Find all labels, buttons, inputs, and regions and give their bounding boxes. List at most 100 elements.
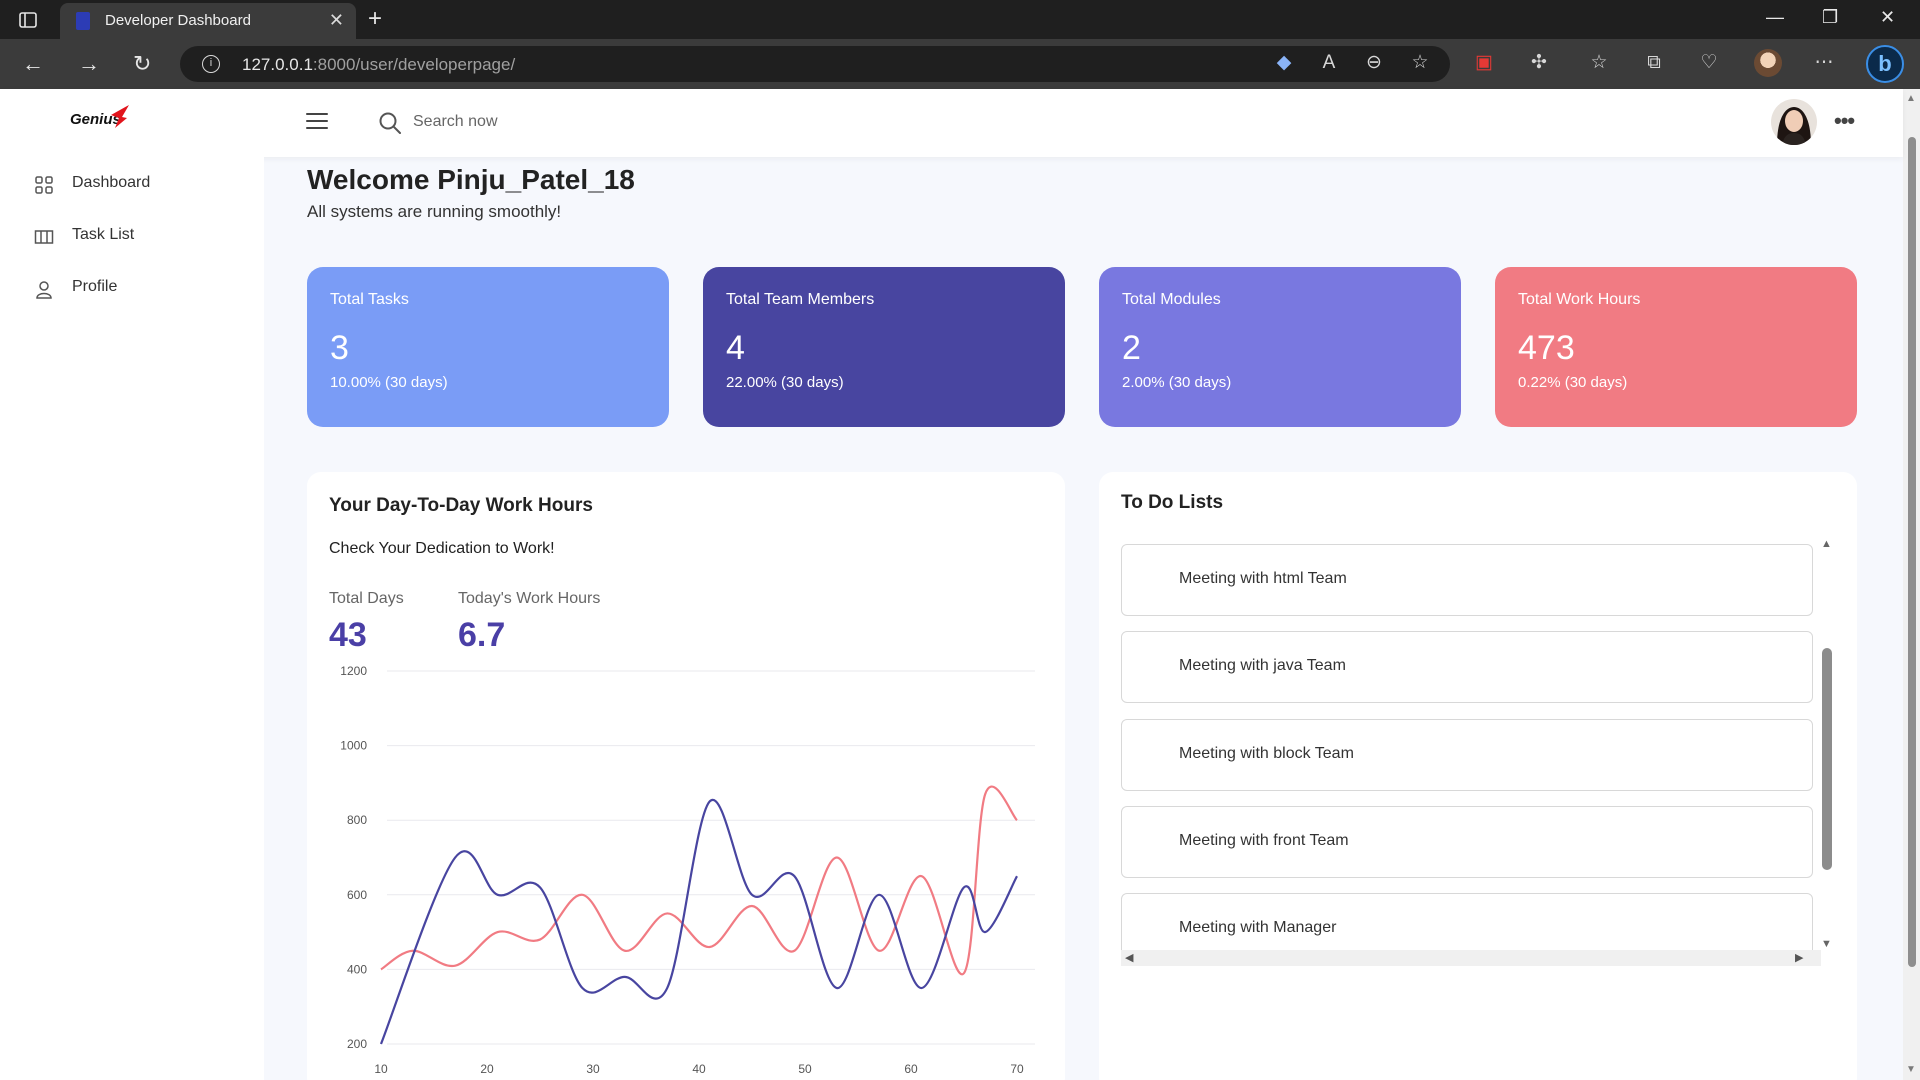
minimize-icon[interactable]: — xyxy=(1766,7,1784,28)
stat-title: Total Work Hours xyxy=(1518,291,1641,308)
browser-profile-avatar[interactable] xyxy=(1754,49,1782,77)
sidebar-item-profile[interactable]: Profile xyxy=(34,273,254,303)
stat-card-total-work-hours: Total Work Hours 473 0.22% (30 days) xyxy=(1495,267,1857,427)
stat-value: 2 xyxy=(1122,329,1141,367)
todo-list[interactable]: Meeting with html Team Meeting with java… xyxy=(1121,544,1843,969)
reload-icon[interactable]: ↻ xyxy=(133,51,151,77)
y-tick-label: 400 xyxy=(347,962,367,976)
price-tag-icon[interactable]: ◆ xyxy=(1272,51,1296,75)
x-tick-label: 60 xyxy=(904,1062,918,1076)
x-tick-label: 70 xyxy=(1010,1062,1024,1076)
zoom-icon[interactable]: ⊖ xyxy=(1362,51,1386,75)
todo-item[interactable]: Meeting with java Team xyxy=(1121,631,1813,703)
forward-icon[interactable]: → xyxy=(78,51,100,77)
stat-value: 473 xyxy=(1518,329,1575,367)
stat-change: 2.00% (30 days) xyxy=(1122,374,1232,391)
sidebar: Dashboard Task List Profile xyxy=(0,157,264,1080)
todo-item-label: Meeting with java Team xyxy=(1179,657,1346,674)
todo-item-label: Meeting with front Team xyxy=(1179,832,1349,849)
sidebar-item-task-list[interactable]: Task List xyxy=(34,221,254,251)
x-tick-label: 50 xyxy=(798,1062,812,1076)
tab-actions-icon[interactable] xyxy=(18,10,38,30)
url-path: :8000/user/developerpage/ xyxy=(312,55,516,74)
todo-vertical-scrollbar[interactable]: ▲ ▼ xyxy=(1819,538,1835,954)
search-icon[interactable] xyxy=(378,111,402,135)
y-tick-label: 200 xyxy=(347,1037,367,1051)
stat-title: Total Tasks xyxy=(330,291,409,308)
todo-item-label: Meeting with block Team xyxy=(1179,745,1354,762)
stat-value: 3 xyxy=(330,329,349,367)
x-tick-label: 20 xyxy=(480,1062,494,1076)
performance-icon[interactable]: ♡ xyxy=(1697,51,1721,75)
menu-toggle-icon[interactable] xyxy=(306,113,328,129)
page-subtitle: All systems are running smoothly! xyxy=(307,202,562,221)
page-scrollbar[interactable]: ▲ ▼ xyxy=(1903,89,1920,1080)
back-icon[interactable]: ← xyxy=(22,51,44,77)
todo-item-label: Meeting with Manager xyxy=(1179,919,1337,936)
address-bar: ← → ↻ i 127.0.0.1:8000/user/developerpag… xyxy=(0,39,1920,89)
search-input[interactable]: Search now xyxy=(413,113,498,131)
x-tick-label: 40 xyxy=(692,1062,706,1076)
work-hours-card: Your Day-To-Day Work Hours Check Your De… xyxy=(307,472,1065,1080)
todo-horizontal-scrollbar[interactable]: ◀ ▶ xyxy=(1121,950,1821,966)
browser-tab[interactable]: Developer Dashboard ✕ xyxy=(60,3,356,39)
logo-mark-icon xyxy=(111,105,129,128)
page-scroll-thumb[interactable] xyxy=(1908,137,1916,967)
y-tick-label: 1200 xyxy=(340,664,367,678)
series-line xyxy=(379,798,1018,1045)
work-hours-chart: 200 400 600 800 1000 1200 10 20 30 40 50 60 70 xyxy=(340,664,1035,1076)
site-info-icon[interactable]: i xyxy=(202,55,220,73)
collections-icon[interactable]: ⧉ xyxy=(1642,51,1666,75)
url-host: 127.0.0.1 xyxy=(242,55,313,74)
tab-close-icon[interactable]: ✕ xyxy=(329,10,344,31)
stat-change: 22.00% (30 days) xyxy=(726,374,844,391)
more-options-icon[interactable]: ••• xyxy=(1834,108,1855,134)
read-aloud-icon[interactable]: A xyxy=(1317,51,1341,75)
settings-more-icon[interactable]: ⋯ xyxy=(1812,51,1836,75)
extensions-icon[interactable]: ✣ xyxy=(1527,51,1551,75)
todo-scroll-thumb[interactable] xyxy=(1822,648,1832,870)
sidebar-item-label: Profile xyxy=(72,278,118,295)
todo-item-label: Meeting with html Team xyxy=(1179,570,1347,587)
add-favorite-icon[interactable]: ☆ xyxy=(1408,51,1432,75)
sidebar-item-label: Dashboard xyxy=(72,174,151,191)
todo-card: To Do Lists Meeting with html Team Meeti… xyxy=(1099,472,1857,1080)
stat-title: Total Team Members xyxy=(726,291,875,308)
todo-item[interactable]: Meeting with front Team xyxy=(1121,806,1813,878)
url-text: 127.0.0.1:8000/user/developerpage/ xyxy=(242,55,515,75)
sidebar-item-label: Task List xyxy=(72,226,135,243)
user-avatar[interactable] xyxy=(1771,99,1817,145)
stat-change: 0.22% (30 days) xyxy=(1518,374,1628,391)
scroll-down-icon[interactable]: ▼ xyxy=(1906,1064,1916,1075)
stat-card-total-team-members: Total Team Members 4 22.00% (30 days) xyxy=(703,267,1065,427)
tab-favicon-icon xyxy=(76,12,90,30)
stat-card-total-tasks: Total Tasks 3 10.00% (30 days) xyxy=(307,267,669,427)
stat-change: 10.00% (30 days) xyxy=(330,374,448,391)
stat-title: Total Modules xyxy=(1122,291,1221,308)
bing-icon[interactable]: b xyxy=(1866,45,1904,83)
scroll-right-icon[interactable]: ▶ xyxy=(1795,951,1803,964)
extension-icon[interactable]: ▣ xyxy=(1472,51,1496,75)
new-tab-icon[interactable]: + xyxy=(368,5,382,33)
scroll-up-icon[interactable]: ▲ xyxy=(1821,538,1832,550)
scroll-left-icon[interactable]: ◀ xyxy=(1125,951,1133,964)
y-tick-label: 1000 xyxy=(340,739,367,753)
todo-title: To Do Lists xyxy=(1121,492,1224,513)
tab-title: Developer Dashboard xyxy=(105,12,251,29)
page-title: Welcome Pinju_Patel_18 xyxy=(307,164,635,195)
restore-icon[interactable]: ❐ xyxy=(1822,7,1838,28)
todo-item[interactable]: Meeting with block Team xyxy=(1121,719,1813,791)
user-icon xyxy=(36,281,52,299)
scroll-up-icon[interactable]: ▲ xyxy=(1906,93,1916,104)
x-tick-label: 30 xyxy=(586,1062,600,1076)
scroll-down-icon[interactable]: ▼ xyxy=(1821,938,1832,950)
app-header: Genius Search now ••• xyxy=(0,89,1903,157)
todo-item[interactable]: Meeting with html Team xyxy=(1121,544,1813,616)
window-close-icon[interactable]: ✕ xyxy=(1880,7,1895,28)
stat-value: 4 xyxy=(726,329,745,367)
favorites-icon[interactable]: ☆ xyxy=(1587,51,1611,75)
series-line xyxy=(380,785,1018,976)
x-tick-label: 10 xyxy=(374,1062,388,1076)
sidebar-item-dashboard[interactable]: Dashboard xyxy=(34,169,254,199)
url-field[interactable]: i 127.0.0.1:8000/user/developerpage/ xyxy=(180,46,1450,82)
